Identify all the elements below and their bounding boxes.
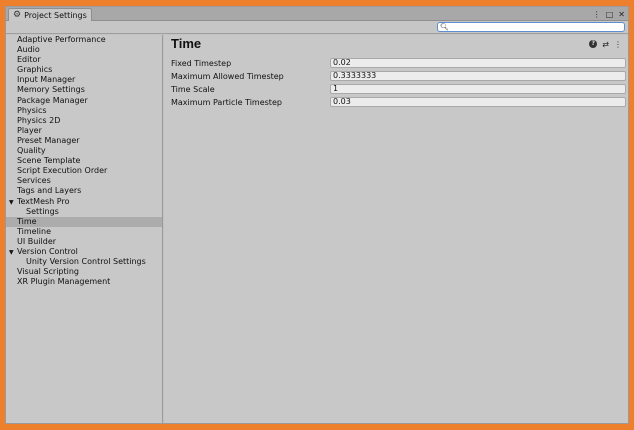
fixed-timestep-field[interactable]: 0.02 — [330, 58, 626, 68]
field-row-maximum-particle-timestep: Maximum Particle Timestep 0.03 — [171, 97, 627, 108]
sidebar-item-script-execution-order[interactable]: Script Execution Order — [6, 166, 162, 176]
search-icon: 🔍︎ — [440, 22, 449, 31]
sidebar-item-ui-builder[interactable]: UI Builder — [6, 237, 162, 247]
sidebar-item-visual-scripting[interactable]: Visual Scripting — [6, 267, 162, 277]
tab-bar: ⚙ Project Settings ⋮ □ ✕ — [6, 7, 628, 21]
maximum-allowed-timestep-label: Maximum Allowed Timestep — [171, 72, 284, 81]
sidebar-item-version-control[interactable]: ▼ Version Control — [6, 247, 162, 257]
sidebar-item-preset-manager[interactable]: Preset Manager — [6, 136, 162, 146]
maximum-particle-timestep-label: Maximum Particle Timestep — [171, 98, 282, 107]
sidebar-item-scene-template[interactable]: Scene Template — [6, 156, 162, 166]
sidebar-item-physics-2d[interactable]: Physics 2D — [6, 116, 162, 126]
sidebar-item-physics[interactable]: Physics — [6, 106, 162, 116]
sidebar-item-package-manager[interactable]: Package Manager — [6, 96, 162, 106]
settings-sidebar: Adaptive Performance Audio Editor Graphi… — [6, 35, 163, 423]
tab-project-settings[interactable]: ⚙ Project Settings — [8, 8, 92, 21]
field-row-time-scale: Time Scale 1 — [171, 84, 627, 95]
search-box[interactable]: 🔍︎ — [437, 22, 625, 32]
sidebar-item-timeline[interactable]: Timeline — [6, 227, 162, 237]
field-row-fixed-timestep: Fixed Timestep 0.02 — [171, 58, 627, 69]
gear-icon: ⚙ — [13, 9, 22, 20]
fixed-timestep-label: Fixed Timestep — [171, 59, 232, 68]
sidebar-item-xr-plugin-management[interactable]: XR Plugin Management — [6, 277, 162, 287]
time-scale-field[interactable]: 1 — [330, 84, 626, 94]
sidebar-item-editor[interactable]: Editor — [6, 55, 162, 65]
maximum-particle-timestep-field[interactable]: 0.03 — [330, 97, 626, 107]
time-scale-label: Time Scale — [171, 85, 215, 94]
page-title: Time — [171, 36, 202, 51]
help-icon[interactable]: ? — [589, 40, 598, 48]
field-row-maximum-allowed-timestep: Maximum Allowed Timestep 0.3333333 — [171, 71, 627, 82]
close-icon[interactable]: ✕ — [618, 10, 625, 19]
sidebar-item-audio[interactable]: Audio — [6, 45, 162, 55]
sidebar-item-input-manager[interactable]: Input Manager — [6, 75, 162, 85]
window-controls: ⋮ □ ✕ — [593, 8, 625, 20]
maximum-allowed-timestep-field[interactable]: 0.3333333 — [330, 71, 626, 81]
presets-icon[interactable]: ⇄ — [602, 40, 609, 49]
sidebar-item-adaptive-performance[interactable]: Adaptive Performance — [6, 35, 162, 45]
sidebar-item-textmesh-settings[interactable]: Settings — [6, 207, 162, 217]
panel-menu-icon[interactable]: ⋮ — [614, 40, 622, 49]
maximize-icon[interactable]: □ — [606, 10, 614, 19]
sidebar-item-textmesh-pro[interactable]: ▼ TextMesh Pro — [6, 197, 162, 207]
sidebar-item-quality[interactable]: Quality — [6, 146, 162, 156]
sidebar-item-services[interactable]: Services — [6, 176, 162, 186]
window-menu-icon[interactable]: ⋮ — [593, 10, 601, 19]
expand-arrow-icon[interactable]: ▼ — [9, 248, 17, 258]
sidebar-item-unity-version-control-settings[interactable]: Unity Version Control Settings — [6, 257, 162, 267]
search-input[interactable] — [450, 23, 621, 31]
sidebar-item-player[interactable]: Player — [6, 126, 162, 136]
settings-panel: Time ? ⇄ ⋮ Fixed Timestep 0.02 Maximum A… — [164, 35, 628, 423]
sidebar-item-memory-settings[interactable]: Memory Settings — [6, 85, 162, 95]
project-settings-window: ⚙ Project Settings ⋮ □ ✕ 🔍︎ Adaptive Per… — [5, 6, 629, 424]
toolbar: 🔍︎ — [6, 21, 628, 34]
expand-arrow-icon[interactable]: ▼ — [9, 198, 17, 208]
panel-header-icons: ? ⇄ ⋮ — [589, 40, 622, 49]
sidebar-item-tags-and-layers[interactable]: Tags and Layers — [6, 186, 162, 196]
sidebar-item-graphics[interactable]: Graphics — [6, 65, 162, 75]
sidebar-item-time[interactable]: Time — [6, 216, 162, 227]
tab-label: Project Settings — [24, 10, 87, 20]
